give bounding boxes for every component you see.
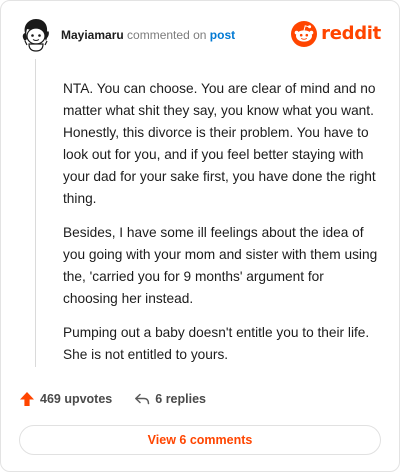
comment-header: Mayiamaru commented on post reddit — [19, 15, 381, 55]
upvote-count: 469 upvotes — [40, 392, 113, 406]
reddit-logo-icon — [291, 21, 318, 47]
reddit-wordmark: reddit — [321, 23, 381, 44]
snoo-avatar-icon[interactable] — [19, 17, 51, 53]
upvote-arrow-icon — [20, 392, 34, 406]
view-comments-button[interactable]: View 6 comments — [19, 425, 381, 455]
reddit-brand[interactable]: reddit — [291, 21, 381, 47]
author-name[interactable]: Mayiamaru — [61, 28, 124, 42]
comment-paragraph: NTA. You can choose. You are clear of mi… — [63, 81, 376, 206]
replies-count: 6 replies — [155, 392, 206, 406]
comment-actions: 469 upvotes 6 replies — [19, 389, 228, 409]
comment-paragraph: Pumping out a baby doesn't entitle you t… — [63, 325, 370, 362]
post-link[interactable]: post — [210, 28, 235, 42]
comment-body: NTA. You can choose. You are clear of mi… — [63, 78, 381, 378]
comment-byline: Mayiamaru commented on post — [61, 27, 235, 43]
comment-paragraph: Besides, I have some ill feelings about … — [63, 225, 378, 306]
upvote-button[interactable]: 469 upvotes — [19, 391, 112, 407]
view-comments-label: View 6 comments — [147, 433, 253, 447]
reply-arrow-icon — [135, 393, 150, 405]
replies-button[interactable]: 6 replies — [134, 391, 206, 407]
thread-line — [35, 59, 36, 367]
comment-card: Mayiamaru commented on post reddit NTA. … — [0, 0, 400, 472]
action-text: commented on — [127, 28, 207, 42]
